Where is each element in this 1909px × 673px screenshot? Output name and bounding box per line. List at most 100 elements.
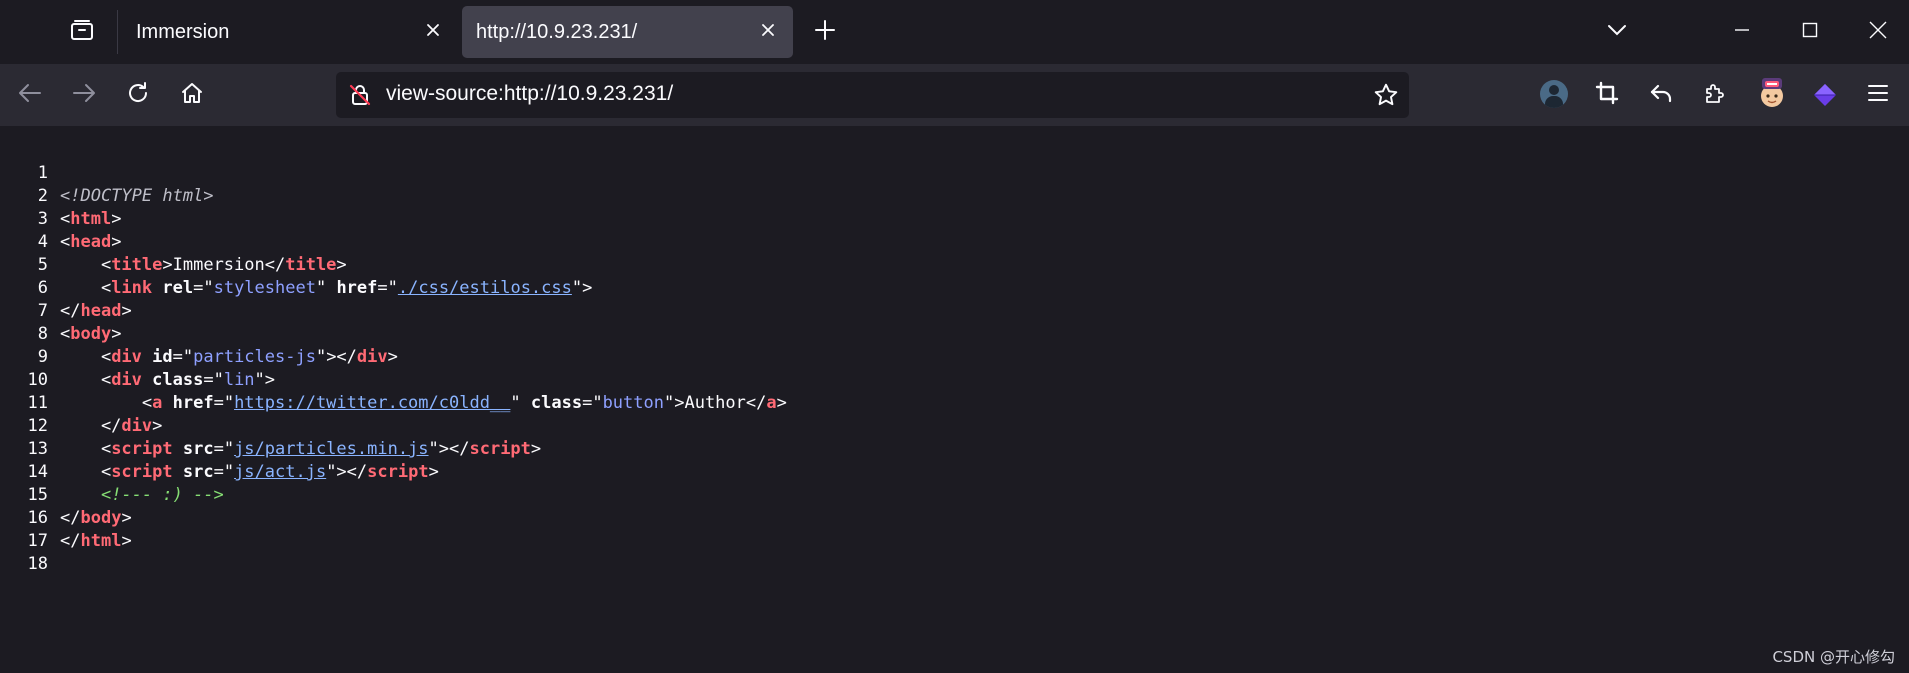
source-line: 2 <html> xyxy=(0,162,122,229)
tab-strip: Immersion http://10.9.23.231/ xyxy=(0,0,1909,64)
html-comment: <!--- :) --> xyxy=(100,485,224,505)
view-source-content: 1 <!DOCTYPE html> 2 <html> 3 <head> 4 <t… xyxy=(0,126,1909,673)
line-code: </div> xyxy=(60,416,163,436)
list-all-tabs-button[interactable] xyxy=(1599,14,1635,50)
tag-name: script xyxy=(367,462,429,482)
tag-name: div xyxy=(121,416,153,436)
source-line: 12 <script src="js/particles.min.js"></s… xyxy=(0,392,542,459)
line-code: <div class="lin"> xyxy=(60,370,276,390)
tag-name: script xyxy=(111,462,173,482)
tab-list-button[interactable] xyxy=(66,16,98,48)
line-code: <a href="https://twitter.com/c0ldd__" cl… xyxy=(60,393,787,413)
tag-name: body xyxy=(80,508,122,528)
text-content: Author xyxy=(684,393,746,413)
tag-name: div xyxy=(111,347,142,367)
url-text[interactable]: view-source:http://10.9.23.231/ xyxy=(386,82,673,106)
text-content: Immersion xyxy=(172,255,265,275)
tag-name: head xyxy=(80,301,122,321)
tag-name: div xyxy=(111,370,142,390)
source-line: 9 <div class="lin"> xyxy=(0,323,275,390)
source-link[interactable]: ./css/estilos.css xyxy=(398,278,572,298)
attr-value: lin xyxy=(223,370,255,390)
extensions-button[interactable] xyxy=(1698,78,1732,112)
tab-separator xyxy=(117,10,118,54)
insecure-lock-icon[interactable] xyxy=(348,83,372,112)
arrow-left-icon xyxy=(18,83,42,108)
hamburger-menu-icon xyxy=(1867,83,1889,108)
close-icon xyxy=(1869,21,1887,44)
tab-current[interactable]: http://10.9.23.231/ xyxy=(462,6,793,58)
line-code: <script src="js/act.js"></script> xyxy=(60,462,439,482)
tag-name: head xyxy=(70,232,112,252)
avatar-icon[interactable] xyxy=(1540,80,1568,108)
source-line: 1 <!DOCTYPE html> xyxy=(0,139,214,206)
line-code: <html> xyxy=(60,209,122,229)
source-link[interactable]: js/act.js xyxy=(234,462,326,482)
tag-name: link xyxy=(111,278,153,298)
source-line: 11 </div> xyxy=(0,369,163,436)
attr-name: src xyxy=(182,439,214,459)
tag-name: title xyxy=(285,255,337,275)
star-icon[interactable] xyxy=(1373,82,1399,113)
minimize-icon xyxy=(1734,22,1750,43)
minimize-button[interactable] xyxy=(1724,14,1760,50)
line-number: 18 xyxy=(27,554,48,574)
tag-name: body xyxy=(70,324,112,344)
source-line: 17 xyxy=(0,507,48,551)
close-tab-button[interactable] xyxy=(753,17,783,47)
arrow-right-icon xyxy=(72,83,96,108)
source-line: 14 <!--- :) --> xyxy=(0,438,224,505)
source-line: 13 <script src="js/act.js"></script> xyxy=(0,415,439,482)
close-icon xyxy=(425,22,441,43)
line-code: <body> xyxy=(60,324,122,344)
close-tab-button[interactable] xyxy=(418,17,448,47)
undo-icon xyxy=(1649,81,1673,110)
attr-name: href xyxy=(336,278,378,298)
forward-button[interactable] xyxy=(67,78,101,112)
maximize-button[interactable] xyxy=(1792,14,1828,50)
reload-button[interactable] xyxy=(121,78,155,112)
source-line: 10 <a href="https://twitter.com/c0ldd__"… xyxy=(0,346,787,413)
extension-gem-button[interactable] xyxy=(1812,82,1838,108)
source-line: 16 </html> xyxy=(0,484,132,551)
url-bar[interactable]: view-source:http://10.9.23.231/ xyxy=(336,72,1409,118)
line-code: <link rel="stylesheet" href="./css/estil… xyxy=(60,278,593,298)
screenshot-button[interactable] xyxy=(1590,78,1624,112)
attr-value: particles-js xyxy=(193,347,316,367)
line-code: <div id="particles-js"></div> xyxy=(60,347,398,367)
avatar-head xyxy=(1549,85,1559,95)
source-link[interactable]: js/particles.min.js xyxy=(234,439,428,459)
menu-button[interactable] xyxy=(1861,78,1895,112)
attr-name: src xyxy=(182,462,214,482)
tag-name: div xyxy=(356,347,388,367)
source-line: 7 <body> xyxy=(0,277,122,344)
face-icon xyxy=(1757,78,1787,114)
window-close-button[interactable] xyxy=(1860,14,1896,50)
attr-value: stylesheet xyxy=(213,278,316,298)
chevron-down-icon xyxy=(1607,23,1627,41)
line-code: <!--- :) --> xyxy=(60,484,224,507)
source-line: 18 xyxy=(0,530,48,574)
tab-immersion[interactable]: Immersion xyxy=(122,6,458,58)
extension-face-button[interactable] xyxy=(1757,76,1787,110)
back-button[interactable] xyxy=(13,78,47,112)
attr-name: rel xyxy=(162,278,194,298)
source-line: 15 </body> xyxy=(0,461,132,528)
line-code: </html> xyxy=(60,531,132,551)
attr-name: id xyxy=(152,347,173,367)
crop-icon xyxy=(1595,81,1619,110)
source-line: 8 <div id="particles-js"></div> xyxy=(0,300,398,367)
source-line: 4 <title>Immersion</title> xyxy=(0,208,347,275)
home-button[interactable] xyxy=(175,78,209,112)
undo-button[interactable] xyxy=(1644,78,1678,112)
attr-name: class xyxy=(530,393,583,413)
tag-name: a xyxy=(152,393,163,413)
folder-icon xyxy=(69,18,95,47)
source-line: 3 <head> xyxy=(0,185,122,252)
new-tab-button[interactable] xyxy=(809,16,841,48)
source-link[interactable]: https://twitter.com/c0ldd__ xyxy=(234,393,510,413)
watermark: CSDN @开心修勾 xyxy=(1772,648,1895,666)
line-code: <!DOCTYPE html> xyxy=(60,185,214,208)
source-line: 6 </head> xyxy=(0,254,132,321)
tag-name: script xyxy=(469,439,531,459)
